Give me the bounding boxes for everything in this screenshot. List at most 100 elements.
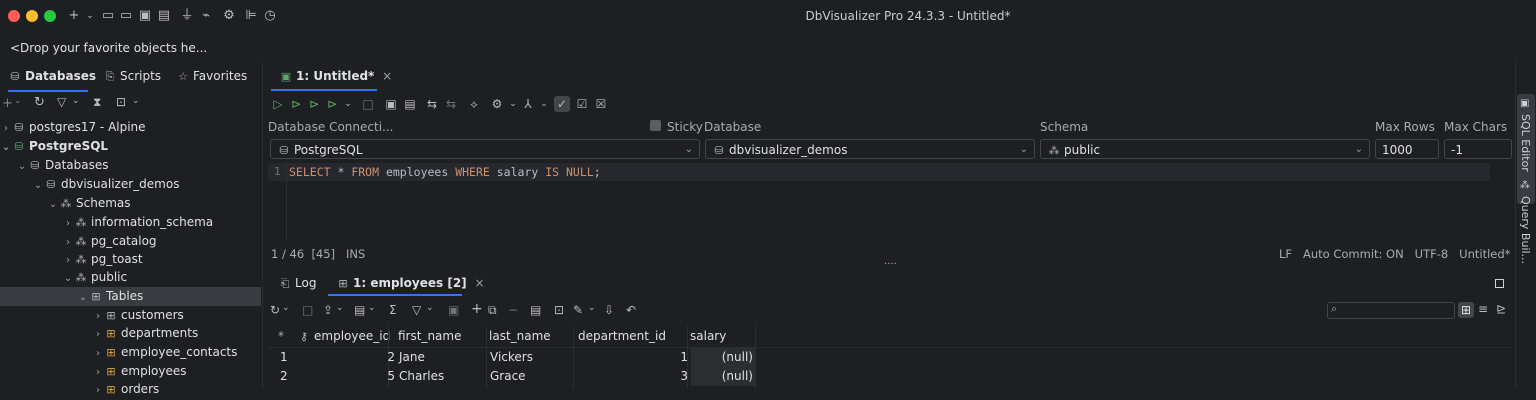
script-icon[interactable]: ▤ [354,303,365,317]
splitter-handle[interactable]: .... [884,256,897,267]
insert-icon[interactable]: ⊡ [554,303,564,317]
max-chars-input[interactable]: -1 [1444,139,1512,159]
export-icon[interactable]: ⇪ [323,303,333,317]
save-as-icon[interactable]: ▤ [402,96,418,112]
filter-icon[interactable]: ▽ [412,303,421,317]
cell-first-name[interactable]: Jane [399,348,425,367]
text-view-icon[interactable]: ≡ [1478,302,1488,316]
tab-untitled[interactable]: ▣ 1: Untitled* × [279,69,392,83]
close-tab-icon[interactable]: × [382,69,392,83]
table-row[interactable]: 2 5 Charles Grace 3 (null) [268,367,1512,386]
database-icon: ⛁ [279,144,289,157]
tree-node-postgres17[interactable]: › ⛁ postgres17 - Alpine [0,118,261,137]
save-icon[interactable]: ▣ [383,96,399,112]
upload-icon[interactable]: ⇩ [604,303,614,317]
cell-last-name[interactable]: Grace [490,367,526,386]
sticky-checkbox[interactable] [650,120,661,131]
auto-commit-toggle-icon[interactable]: ✓ [554,96,570,112]
window-icon[interactable]: ⊡ [116,95,126,109]
stop-icon[interactable]: □ [302,303,313,317]
cell-salary[interactable]: (null) [691,348,755,367]
column-header-salary[interactable]: salary [690,326,726,347]
chevron-down-icon[interactable]: ⌄ [72,96,80,106]
chevron-down-icon[interactable]: ⌄ [132,96,140,106]
refresh-icon[interactable]: ↻ [270,303,280,317]
tab-databases[interactable]: ⛁ Databases [8,69,96,83]
stop-icon[interactable]: □ [360,96,376,112]
schema-select[interactable]: ⁂ public ⌄ [1040,139,1370,159]
column-header-employee-id[interactable]: ⚷ employee_id [297,326,390,347]
settings-icon[interactable]: ⚙ [489,96,505,112]
close-tab-icon[interactable]: × [474,276,484,290]
tree-node-schemas[interactable]: ⌄ ⁂ Schemas [0,194,308,213]
chevron-down-icon[interactable]: ⌄ [282,303,290,313]
cell-last-name[interactable]: Vickers [490,348,533,367]
column-header-last-name[interactable]: last_name [489,326,551,347]
refresh-icon[interactable]: ↻ [34,95,45,110]
chevron-down-icon: ⌄ [1019,144,1028,155]
chevron-down-icon[interactable]: ⌄ [505,96,521,112]
tree-node-postgresql[interactable]: ⌄ ⛁ PostgreSQL [0,137,261,156]
chevron-down-icon: ⌄ [63,273,73,284]
column-header-first-name[interactable]: first_name [398,326,461,347]
execute-buffer-icon[interactable]: ⊳ [306,96,322,112]
tab-scripts[interactable]: ⎘ Scripts [103,69,161,84]
max-rows-input[interactable]: 1000 [1375,139,1439,159]
tab-log[interactable]: ⎗ Log [278,276,317,291]
tree-node-tables[interactable]: ⌄ ⊞ Tables [0,287,261,306]
sql-editor-area[interactable]: 1 SELECT * FROM employees WHERE salary I… [268,161,1490,241]
commit-icon[interactable]: ⇆ [424,96,440,112]
chevron-down-icon[interactable]: ⌄ [340,96,356,112]
format-icon[interactable]: ⟡ [466,96,482,112]
tree-node-dbvisualizer-demos[interactable]: ⌄ ⛁ dbvisualizer_demos [0,175,293,194]
result-search-input[interactable]: ⌕ [1327,302,1455,319]
collapse-icon[interactable]: ⧗ [93,95,101,110]
editor-scrollbar[interactable] [1490,161,1512,241]
cell-employee-id[interactable]: 2 [385,348,395,367]
delete-row-icon[interactable]: − [508,303,518,317]
duplicate-row-icon[interactable]: ⧉ [488,303,497,318]
filter-icon[interactable]: ▽ [57,95,66,109]
save-icon[interactable]: ▣ [448,303,459,317]
chart-view-icon[interactable]: ⊵ [1496,302,1506,316]
favorites-placeholder: <Drop your favorite objects he... [10,41,208,55]
merge-icon[interactable]: ⅄ [520,96,536,112]
table-row[interactable]: 1 2 Jane Vickers 1 (null) [268,348,1512,367]
maximize-icon[interactable] [1495,279,1504,288]
chevron-down-icon[interactable]: ⌄ [368,303,376,313]
chevron-down-icon[interactable]: ⌄ [536,96,552,112]
form-view-icon[interactable]: ▤ [530,303,541,317]
close-box-icon[interactable]: ☒ [593,96,609,112]
cell-department-id[interactable]: 3 [668,367,688,386]
cell-employee-id[interactable]: 5 [385,367,395,386]
add-row-icon[interactable]: + [471,301,483,317]
execute-icon[interactable]: ▷ [270,96,286,112]
chevron-down-icon[interactable]: ⌄ [426,303,434,313]
database-select[interactable]: ⛁ dbvisualizer_demos ⌄ [705,139,1035,159]
rollback-icon[interactable]: ⇆ [443,96,459,112]
execute-explain-icon[interactable]: ⊳ [324,96,340,112]
query-builder-side-tab[interactable]: ⁂ Query Buil... [1517,180,1535,290]
chevron-down-icon[interactable]: ⌄ [336,303,344,313]
cell-salary[interactable]: (null) [691,367,755,386]
table-key-icon: ⊞ [106,327,116,340]
tab-favorites[interactable]: ☆ Favorites [176,69,247,83]
check-box-icon[interactable]: ☑ [574,96,590,112]
grid-view-icon[interactable]: ⊞ [1458,302,1474,318]
cell-first-name[interactable]: Charles [399,367,444,386]
add-connection-icon[interactable]: + [2,96,13,111]
chevron-down-icon[interactable]: ⌄ [14,96,22,106]
column-header-department-id[interactable]: department_id [578,326,666,347]
sum-icon[interactable]: Σ [389,303,397,317]
edit-icon[interactable]: ✎ [573,303,583,317]
tree-node-public[interactable]: ⌄ ⁂ public [0,268,323,287]
sql-statement[interactable]: SELECT * FROM employees WHERE salary IS … [289,165,601,179]
undo-icon[interactable]: ↶ [626,303,636,317]
execute-current-icon[interactable]: ⊳ [288,96,304,112]
chevron-down-icon[interactable]: ⌄ [588,303,596,313]
cell-department-id[interactable]: 1 [668,348,688,367]
tab-employees-result[interactable]: ⊞ 1: employees [2] × [336,276,484,290]
tree-node-databases[interactable]: ⌄ ⛁ Databases [0,156,277,175]
connection-select[interactable]: ⛁ PostgreSQL ⌄ [270,139,700,159]
sidebar: ⛁ Databases ⎘ Scripts ☆ Favorites + ⌄ ↻ ▽ ⌄… [0,62,263,396]
